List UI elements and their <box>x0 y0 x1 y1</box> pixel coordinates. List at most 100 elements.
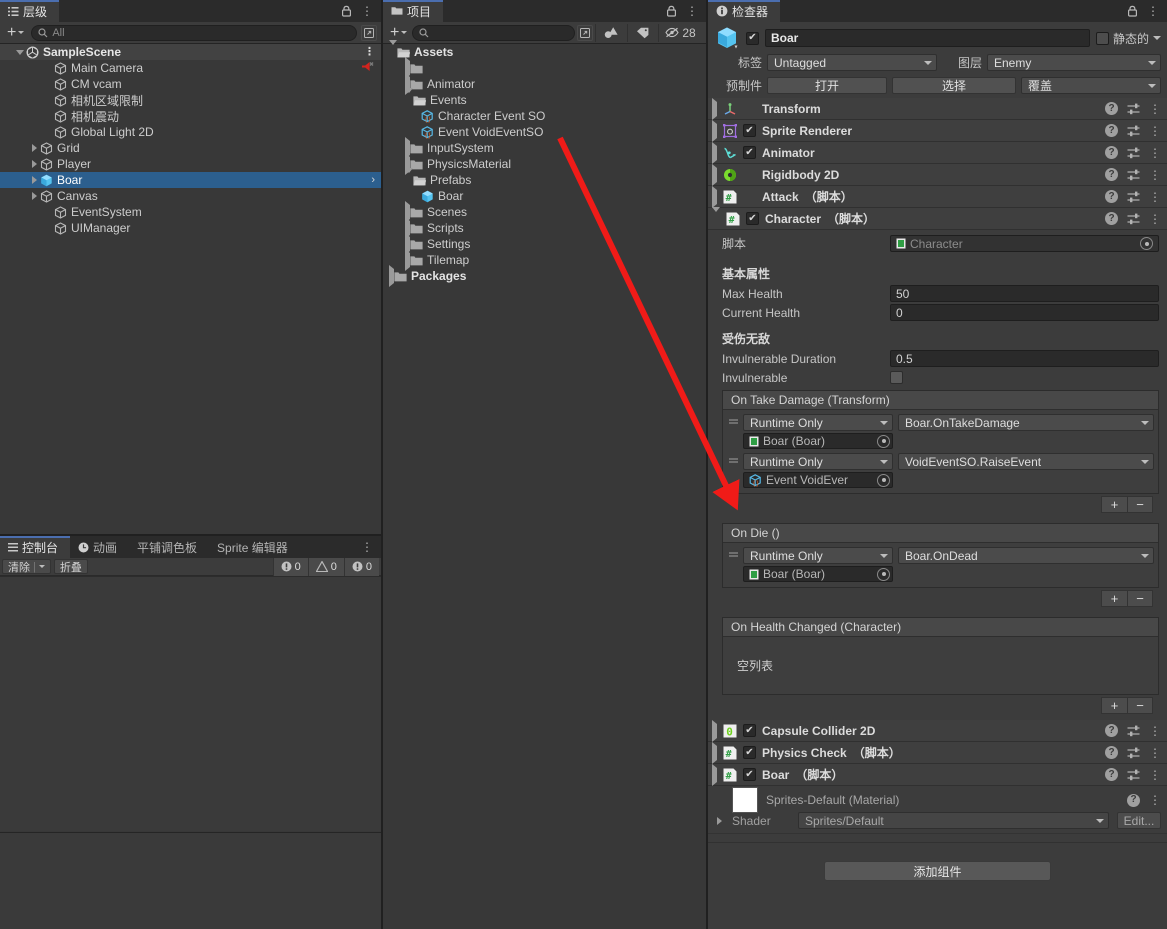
drag-handle-icon[interactable] <box>727 547 739 582</box>
project-item-tilemap[interactable]: Tilemap <box>383 249 706 271</box>
component-capsule-collider-2d[interactable]: 0 ✔ Capsule Collider 2D? ⋮ <box>708 719 1167 742</box>
project-item-settings[interactable]: Settings <box>383 233 706 255</box>
gameobject-enabled-checkbox[interactable]: ✔ <box>746 31 759 45</box>
project-item-inputsystem[interactable]: InputSystem <box>383 137 706 159</box>
settings-sliders-icon[interactable] <box>1127 191 1140 203</box>
collapse-arrow-icon[interactable] <box>405 168 413 187</box>
kebab-menu-icon[interactable]: ⋮ <box>1149 169 1161 181</box>
remove-event-button[interactable]: − <box>1127 697 1153 714</box>
component-enabled-checkbox[interactable]: ✔ <box>743 724 756 737</box>
component-rigidbody-2d[interactable]: Rigidbody 2D? ⋮ <box>708 163 1167 186</box>
prefab-open-button[interactable]: 打开 <box>767 77 887 94</box>
expand-arrow-icon[interactable] <box>28 172 40 188</box>
event-entry[interactable]: Runtime Only Boar (Boar) Boar.OnTakeDamage <box>725 412 1156 451</box>
event-entry[interactable]: Runtime Only {} Event VoidEver VoidEventSO.… <box>725 451 1156 490</box>
expand-arrow-icon[interactable] <box>712 97 717 120</box>
tab-Sprite 编辑器[interactable]: Sprite 编辑器 <box>209 536 300 558</box>
expand-arrow-icon[interactable] <box>712 163 717 186</box>
help-icon[interactable]: ? <box>1105 724 1118 737</box>
kebab-menu-icon[interactable]: ⋮ <box>1149 747 1161 759</box>
kebab-menu-icon[interactable]: ⋮ <box>1149 191 1161 203</box>
project-item-events[interactable]: Events <box>383 88 706 108</box>
kebab-menu-icon[interactable]: ⋮ <box>1149 769 1161 781</box>
settings-sliders-icon[interactable] <box>1127 747 1140 759</box>
expand-arrow-icon[interactable] <box>712 741 717 764</box>
event-target-object-field[interactable]: {} Event VoidEver <box>743 472 893 488</box>
lock-icon[interactable] <box>1127 5 1138 17</box>
tag-filter-icon[interactable] <box>627 23 658 42</box>
hierarchy-item-相机震动[interactable]: 相机震动 <box>0 108 381 124</box>
static-checkbox[interactable] <box>1095 31 1109 45</box>
expand-arrow-icon[interactable] <box>28 188 40 204</box>
help-icon[interactable]: ? <box>1105 768 1118 781</box>
tab-hierarchy[interactable]: 层级 <box>0 0 60 22</box>
tab-动画[interactable]: 动画 <box>70 536 129 558</box>
hierarchy-item-player[interactable]: Player <box>0 156 381 172</box>
component-boar[interactable]: # ✔ Boar （脚本）? ⋮ <box>708 763 1167 786</box>
max-health-input[interactable]: 50 <box>890 285 1159 302</box>
help-icon[interactable]: ? <box>1105 168 1118 181</box>
object-filter-icon[interactable] <box>595 23 627 42</box>
remove-event-button[interactable]: − <box>1127 496 1153 513</box>
layer-dropdown[interactable]: Enemy <box>987 54 1161 71</box>
project-item-prefabs[interactable]: Prefabs <box>383 168 706 188</box>
lock-icon[interactable] <box>341 5 352 17</box>
project-item-scripts[interactable]: Scripts <box>383 217 706 239</box>
console-count-log[interactable]: 0 <box>272 557 308 576</box>
expand-arrow-icon[interactable] <box>712 719 717 742</box>
chevron-right-icon[interactable]: › <box>371 174 381 186</box>
project-item-character-event-so[interactable]: {} Character Event SO <box>383 108 706 124</box>
object-picker-icon[interactable] <box>877 434 890 448</box>
component-enabled-checkbox[interactable]: ✔ <box>743 768 756 781</box>
help-icon[interactable]: ? <box>1105 146 1118 159</box>
drag-handle-icon[interactable] <box>727 414 739 449</box>
shader-edit-button[interactable]: Edit... <box>1117 812 1161 829</box>
kebab-menu-icon[interactable]: ⋮ <box>361 541 373 553</box>
expand-window-icon[interactable] <box>577 24 593 41</box>
hierarchy-item-相机区域限制[interactable]: 相机区域限制 <box>0 92 381 108</box>
hierarchy-item-eventsystem[interactable]: EventSystem <box>0 204 381 220</box>
hierarchy-item-uimanager[interactable]: UIManager <box>0 220 381 236</box>
object-picker-icon[interactable] <box>877 567 890 581</box>
component-enabled-checkbox[interactable]: ✔ <box>743 146 756 159</box>
expand-arrow-icon[interactable] <box>28 140 40 156</box>
settings-sliders-icon[interactable] <box>1127 725 1140 737</box>
hierarchy-item-grid[interactable]: Grid <box>0 140 381 156</box>
lock-icon[interactable] <box>666 5 677 17</box>
kebab-menu-icon[interactable]: ⋮ <box>1149 794 1161 806</box>
help-icon[interactable]: ? <box>1105 102 1118 115</box>
project-item-event-voideventso[interactable]: {} Event VoidEventSO <box>383 124 706 140</box>
event-target-object-field[interactable]: Boar (Boar) <box>743 566 893 582</box>
component-attack[interactable]: # Attack （脚本）? ⋮ <box>708 185 1167 208</box>
tab-平铺调色板[interactable]: 平铺调色板 <box>129 536 209 558</box>
add-event-button[interactable]: + <box>1101 590 1127 607</box>
settings-sliders-icon[interactable] <box>1127 213 1140 225</box>
project-item-packages[interactable]: Packages <box>383 265 706 287</box>
console-message-list[interactable] <box>0 576 381 831</box>
chevron-down-icon[interactable] <box>1153 36 1161 40</box>
expand-arrow-icon[interactable] <box>712 141 717 164</box>
current-health-input[interactable]: 0 <box>890 304 1159 321</box>
remove-event-button[interactable]: − <box>1127 590 1153 607</box>
console-count-error[interactable]: 0 <box>343 557 379 576</box>
component-physics-check[interactable]: # ✔ Physics Check （脚本）? ⋮ <box>708 741 1167 764</box>
kebab-menu-icon[interactable]: ⋮ <box>1149 125 1161 137</box>
collapse-button[interactable]: 折叠 <box>53 559 88 574</box>
expand-arrow-icon[interactable] <box>716 816 722 825</box>
console-detail-pane[interactable] <box>0 832 381 929</box>
hierarchy-search-input[interactable]: All <box>31 24 357 41</box>
component-character[interactable]: # ✔ Character （脚本）? ⋮ <box>708 206 1167 230</box>
kebab-menu-icon[interactable]: ⋮ <box>361 5 373 17</box>
event-mode-dropdown[interactable]: Runtime Only <box>743 453 893 470</box>
help-icon[interactable]: ? <box>1105 212 1118 225</box>
add-gameobject-button[interactable]: + <box>4 24 27 40</box>
hierarchy-item-boar[interactable]: Boar › <box>0 172 381 188</box>
expand-window-icon[interactable] <box>361 24 377 41</box>
event-method-dropdown[interactable]: Boar.OnDead <box>898 547 1154 564</box>
add-event-button[interactable]: + <box>1101 697 1127 714</box>
audio-listener-mute-icon[interactable] <box>360 60 381 76</box>
hierarchy-tree[interactable]: SampleScene ⋮ Main Camera CM vcam 相机区域限制 相机震动… <box>0 44 381 534</box>
project-search-input[interactable] <box>412 24 575 41</box>
event-method-dropdown[interactable]: Boar.OnTakeDamage <box>898 414 1154 431</box>
kebab-menu-icon[interactable]: ⋮ <box>1149 103 1161 115</box>
